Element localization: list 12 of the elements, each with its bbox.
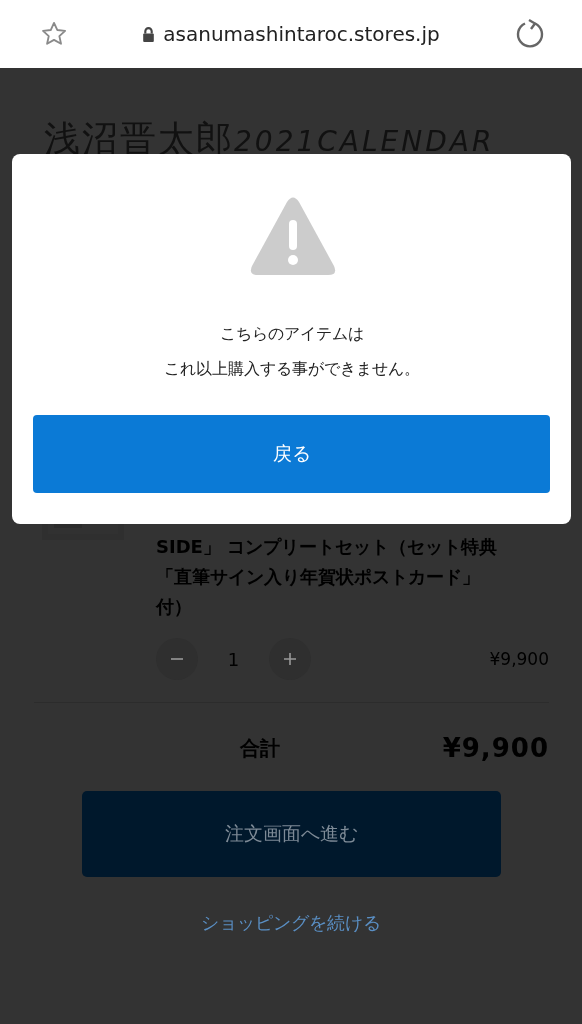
plus-icon xyxy=(283,652,297,666)
lock-icon xyxy=(142,25,156,43)
checkout-button[interactable]: 注文画面へ進む xyxy=(82,791,501,877)
increase-button[interactable] xyxy=(269,638,311,680)
url-text[interactable]: asanumashintaroc.stores.jp xyxy=(163,22,440,46)
dialog-message: こちらのアイテムは xyxy=(219,323,364,345)
reload-icon[interactable] xyxy=(514,18,546,50)
dialog-message: これ以上購入する事ができません。 xyxy=(163,358,420,380)
bookmark-star-icon[interactable] xyxy=(40,20,68,48)
continue-shopping-link[interactable]: ショッピングを続ける xyxy=(201,911,381,935)
warning-icon xyxy=(249,196,336,276)
back-button[interactable]: 戻る xyxy=(33,415,550,493)
